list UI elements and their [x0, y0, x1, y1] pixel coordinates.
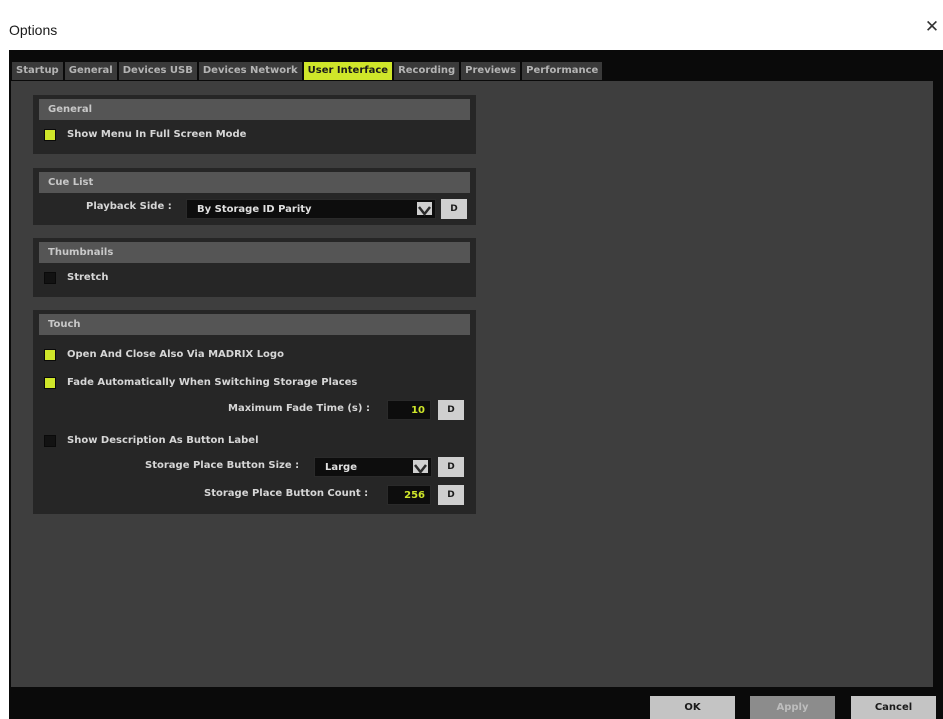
max-fade-time-default-button[interactable]: D — [438, 400, 464, 420]
playback-side-label: Playback Side : — [86, 201, 172, 212]
show-description-label: Show Description As Button Label — [67, 435, 259, 446]
button-size-label: Storage Place Button Size : — [145, 460, 300, 471]
group-thumbnails: Thumbnails Stretch — [33, 238, 476, 297]
chevron-down-icon — [417, 202, 432, 217]
button-count-default-button[interactable]: D — [438, 485, 464, 505]
group-cue-list: Cue List Playback Side : By Storage ID P… — [33, 168, 476, 225]
group-thumbnails-header: Thumbnails — [39, 242, 470, 263]
tab-performance[interactable]: Performance — [522, 62, 603, 80]
ok-button[interactable]: OK — [650, 696, 735, 719]
stretch-checkbox[interactable] — [44, 272, 56, 284]
apply-button[interactable]: Apply — [750, 696, 835, 719]
show-menu-fullscreen-label: Show Menu In Full Screen Mode — [67, 129, 247, 140]
tab-startup[interactable]: Startup — [12, 62, 63, 80]
tab-recording[interactable]: Recording — [394, 62, 460, 80]
tab-user-interface[interactable]: User Interface — [303, 62, 393, 80]
button-count-input[interactable]: 256 — [387, 485, 431, 505]
max-fade-time-input[interactable]: 10 — [387, 400, 431, 420]
group-touch-header: Touch — [39, 314, 470, 335]
button-size-value: Large — [325, 462, 357, 473]
playback-side-select[interactable]: By Storage ID Parity — [186, 199, 436, 219]
group-touch: Touch Open And Close Also Via MADRIX Log… — [33, 310, 476, 514]
options-dialog: Startup General Devices USB Devices Netw… — [9, 50, 943, 719]
playback-side-default-button[interactable]: D — [441, 199, 467, 219]
window-titlebar: Options ✕ — [0, 0, 943, 50]
button-size-select[interactable]: Large — [314, 457, 432, 477]
max-fade-time-label: Maximum Fade Time (s) : — [228, 403, 370, 414]
open-close-logo-label: Open And Close Also Via MADRIX Logo — [67, 349, 284, 360]
group-general-header: General — [39, 99, 470, 120]
open-close-logo-checkbox[interactable] — [44, 349, 56, 361]
show-menu-fullscreen-checkbox[interactable] — [44, 129, 56, 141]
close-icon[interactable]: ✕ — [923, 18, 941, 36]
show-description-checkbox[interactable] — [44, 435, 56, 447]
fade-automatically-checkbox[interactable] — [44, 377, 56, 389]
playback-side-value: By Storage ID Parity — [197, 204, 312, 215]
button-size-default-button[interactable]: D — [438, 457, 464, 477]
cancel-button[interactable]: Cancel — [851, 696, 936, 719]
tab-general[interactable]: General — [64, 62, 117, 80]
tab-devices-network[interactable]: Devices Network — [198, 62, 302, 80]
button-count-label: Storage Place Button Count : — [204, 488, 369, 499]
stretch-label: Stretch — [67, 272, 109, 283]
fade-automatically-label: Fade Automatically When Switching Storag… — [67, 377, 358, 388]
group-general: General Show Menu In Full Screen Mode — [33, 95, 476, 154]
tab-previews[interactable]: Previews — [461, 62, 521, 80]
group-cue-list-header: Cue List — [39, 172, 470, 193]
tab-content-panel: General Show Menu In Full Screen Mode Cu… — [11, 81, 933, 687]
chevron-down-icon — [413, 460, 428, 475]
tab-devices-usb[interactable]: Devices USB — [118, 62, 197, 80]
window-title: Options — [9, 22, 58, 38]
tab-bar: Startup General Devices USB Devices Netw… — [12, 62, 603, 80]
